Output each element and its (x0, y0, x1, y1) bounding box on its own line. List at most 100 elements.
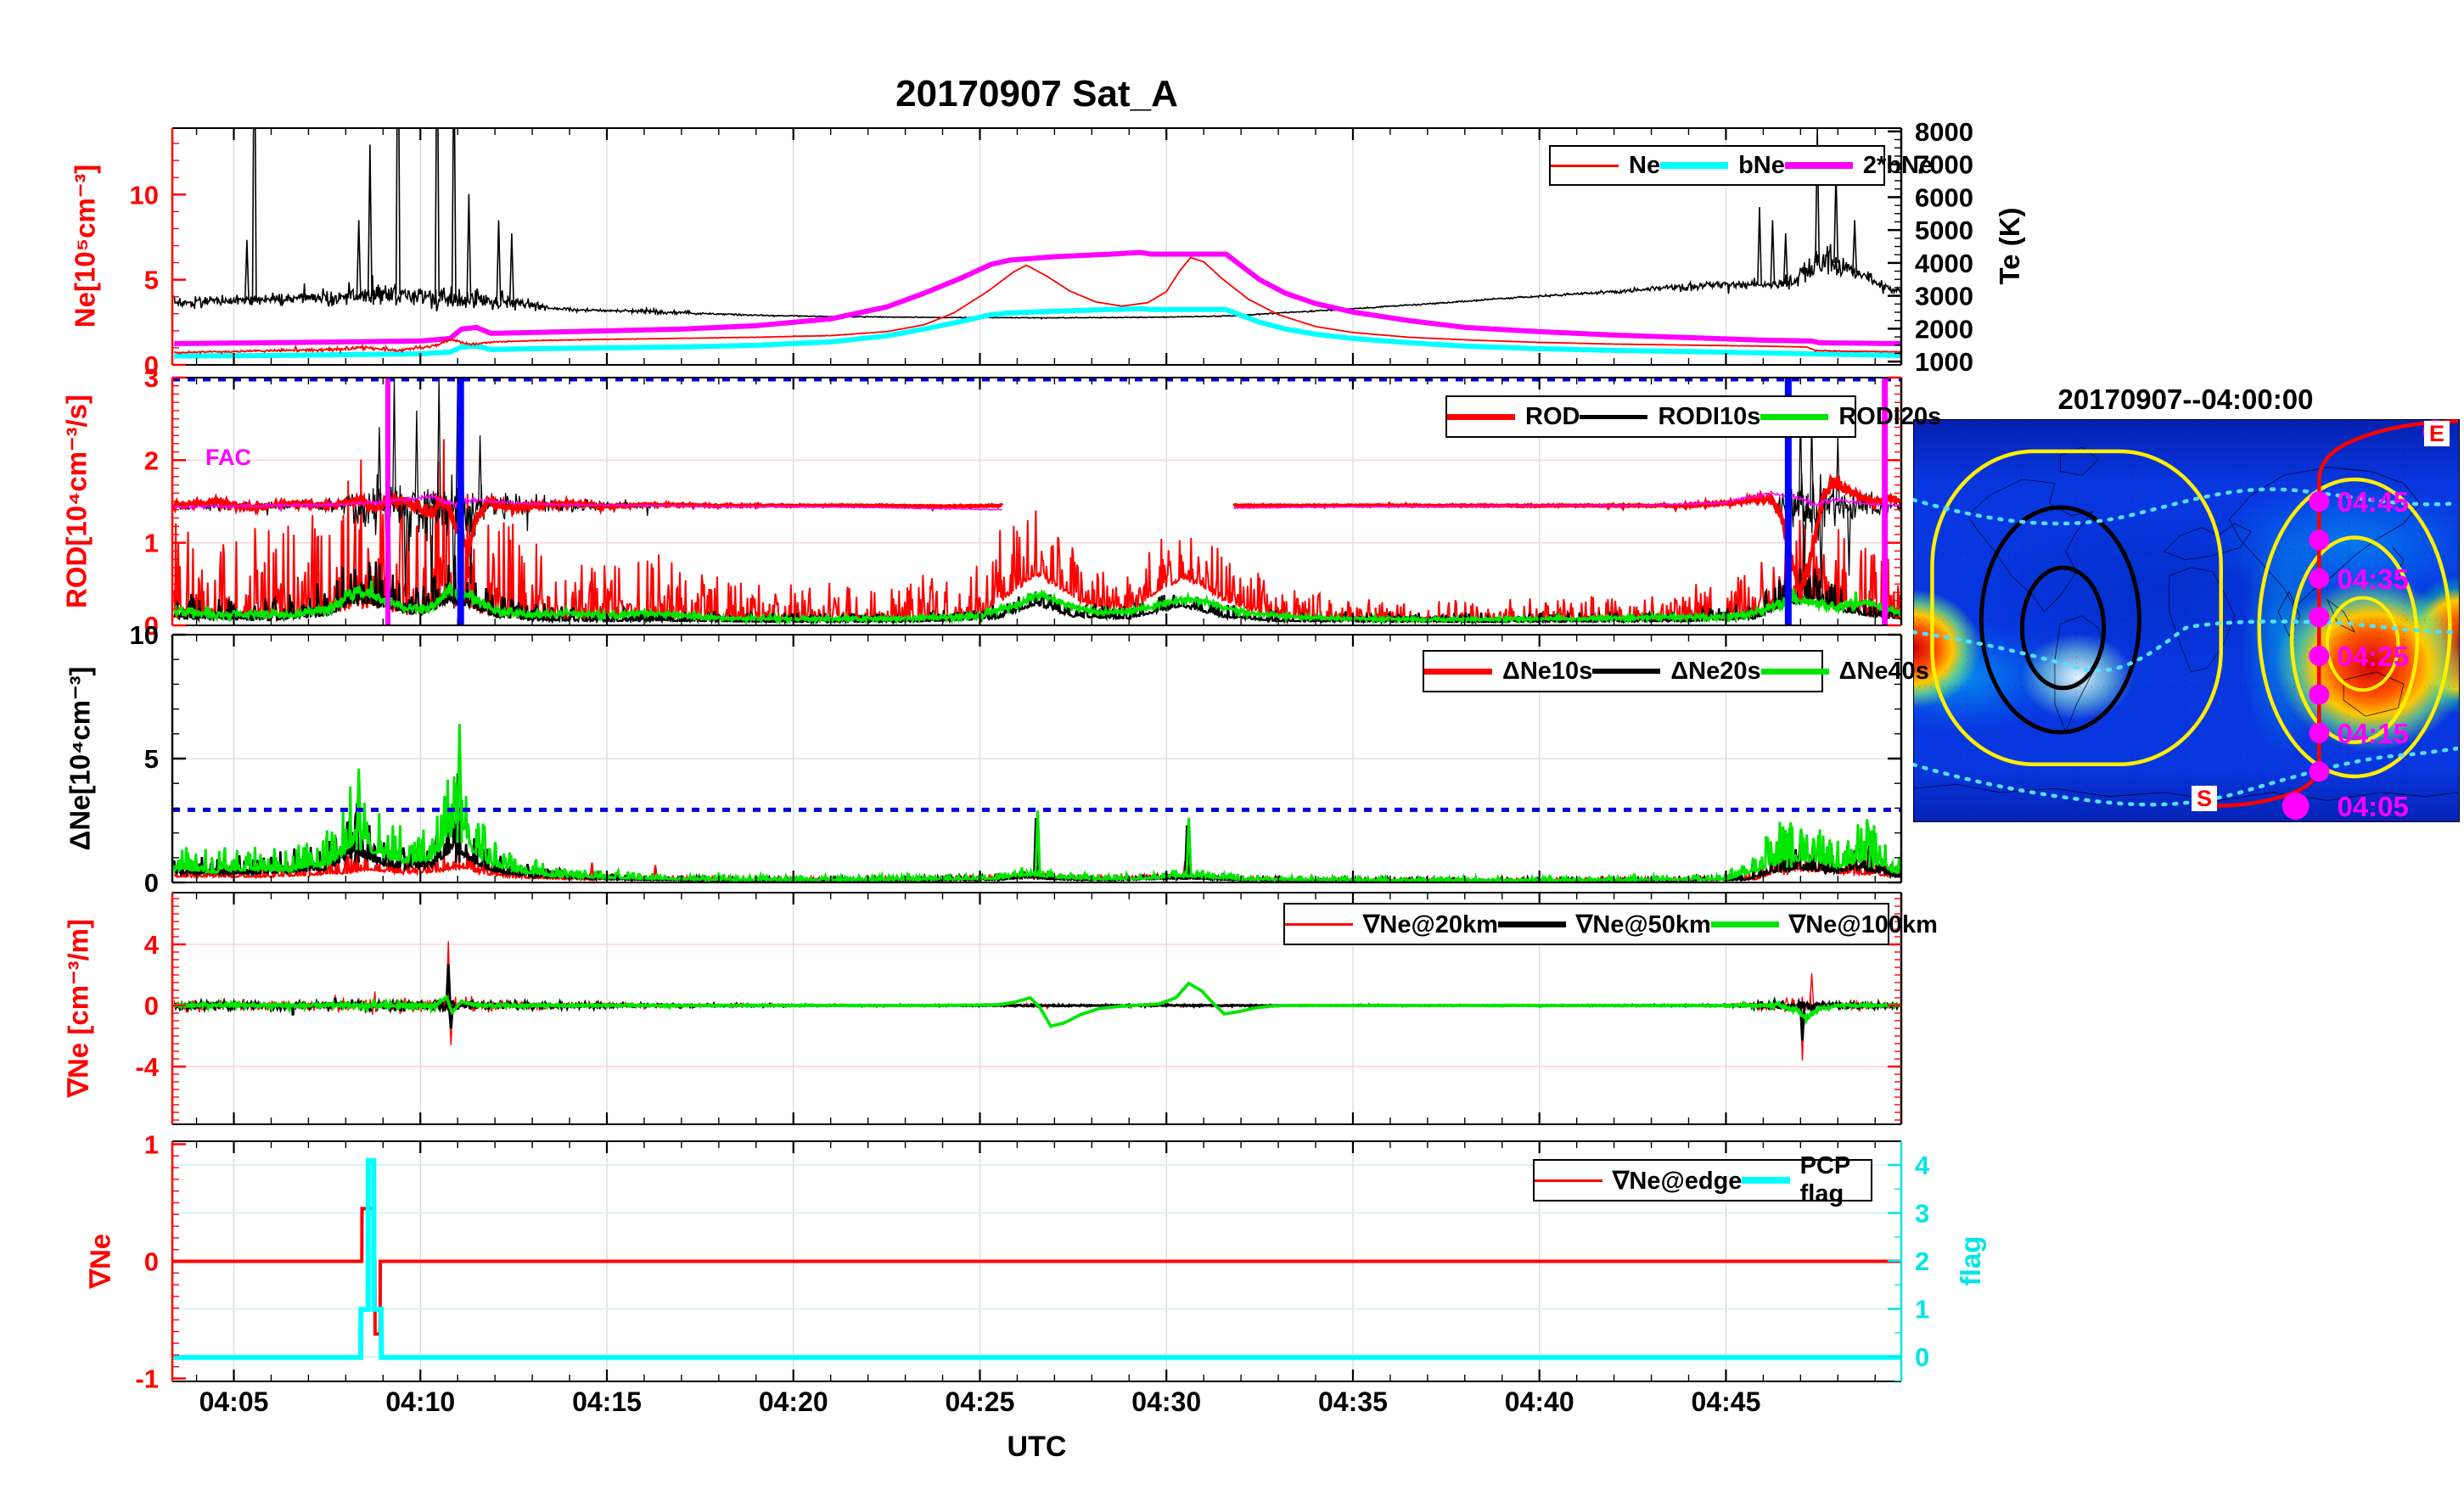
tick-label: 10 (130, 620, 159, 650)
legend-item: RODI20s (1760, 403, 1941, 431)
x-tick-label: 04:45 (1692, 1386, 1761, 1417)
legend-line-sample (1285, 922, 1353, 926)
legend-label: ∇Ne@50km (1575, 910, 1711, 938)
orbit-time-label: 04:45 (2337, 486, 2408, 518)
orbit-dot (2309, 529, 2330, 551)
orbit-dot (2309, 646, 2330, 667)
orbit-dot (2309, 607, 2330, 628)
x-tick-label: 04:40 (1505, 1386, 1574, 1417)
tick-label: 1000 (1915, 347, 1973, 377)
axis-label-flag: flag (1955, 1235, 1986, 1286)
series-group (172, 941, 1901, 1061)
map-east-label: E (2424, 421, 2450, 446)
tick-label: 10 (130, 180, 159, 210)
legend-item: ΔNe10s (1424, 658, 1592, 686)
tick-label: 0 (144, 868, 159, 898)
orbit-time-label: 04:25 (2337, 641, 2408, 672)
legend-label: ΔNe40s (1838, 657, 1929, 685)
series-gNe20km (173, 941, 1901, 1061)
legend-item: Ne (1551, 152, 1660, 180)
legend-label: 2*bNe (1862, 151, 1934, 179)
legend-line-sample (1447, 413, 1515, 420)
tick-label: 5 (144, 266, 159, 295)
axis-label-dne: ΔNe[10⁴cm⁻³] (64, 666, 96, 851)
legend-line-sample (1760, 668, 1829, 675)
tick-label: 0 (1915, 1342, 1929, 1372)
tick-label: 5 (144, 744, 159, 774)
legend-item: 2*bNe (1784, 151, 1934, 180)
figure: 20170907 Sat_A 0 5 10 1000 2000 3000 4000 5000 6… (0, 0, 2464, 1490)
legend-label: RODI20s (1838, 402, 1942, 430)
series-gNe100km (172, 981, 1901, 1028)
panel-p1: 051010002000300040005000600070008000 (130, 117, 1973, 380)
tick-label: 2000 (1915, 314, 1973, 344)
axis-label-rod: ROD[10⁴cm⁻³/s] (60, 395, 93, 608)
x-axis-label: UTC (1007, 1431, 1067, 1463)
axis-label-te: Te (K) (1994, 207, 2025, 285)
legend-line-sample (1784, 162, 1853, 169)
orbit-time-label: 04:05 (2337, 791, 2408, 821)
legend-line-sample (1535, 1179, 1602, 1182)
legend-item: ROD (1447, 403, 1580, 431)
tick-label: 5000 (1915, 216, 1973, 245)
series-gNe50km (173, 964, 1901, 1041)
legend-line-sample (1742, 1177, 1790, 1184)
tick-label: 2 (1915, 1246, 1929, 1276)
map-title: 20170907--04:00:00 (2057, 384, 2314, 415)
tick-label: 4000 (1915, 249, 1973, 278)
x-tick-label: 04:35 (1318, 1386, 1388, 1417)
legend-label: bNe (1738, 151, 1785, 179)
legend-item: ∇Ne@50km (1497, 910, 1711, 939)
legend-item: RODI10s (1580, 403, 1760, 431)
orbit-dot (2309, 490, 2330, 512)
legend-label: Ne (1629, 151, 1661, 179)
axis-label-gradne: ∇Ne [cm⁻³/m] (62, 918, 94, 1098)
series-RODI10s-low (173, 555, 1901, 625)
orbit-dot (2309, 761, 2330, 782)
legend-label: ΔNe20s (1670, 657, 1761, 685)
legend-label: ∇Ne@100km (1788, 910, 1938, 938)
map-contour-yellow (1930, 449, 2223, 767)
legend-item: ΔNe40s (1760, 657, 1929, 686)
orbit-time-label: 04:15 (2337, 718, 2408, 749)
tick-label: 1 (144, 529, 159, 558)
series-bNe (174, 305, 1901, 359)
x-tick-label: 04:20 (759, 1386, 828, 1417)
x-tick-label: 04:25 (946, 1386, 1015, 1417)
tick-label: 3 (1915, 1199, 1929, 1229)
x-tick-label: 04:30 (1131, 1386, 1201, 1417)
tick-label: 3000 (1915, 282, 1973, 311)
legend-label: ∇Ne@edge (1613, 1167, 1743, 1195)
legend-label: ∇Ne@20km (1363, 910, 1498, 938)
tick-label: 1 (1915, 1295, 1929, 1325)
legend-item: bNe (1660, 152, 1785, 180)
map-south-label: S (2192, 786, 2218, 811)
orbit-dot (2309, 568, 2330, 589)
map-overlay: 04:45 04:35 04:25 04:15 04:05 (1913, 419, 2458, 821)
legend-p1: Ne bNe 2*bNe (1549, 145, 1933, 186)
legend-item: PCP flag (1742, 1152, 1871, 1208)
legend-p4: ∇Ne@20km ∇Ne@50km ∇Ne@100km (1283, 903, 1938, 945)
series-group (172, 724, 1901, 882)
legend-line-sample (1592, 669, 1661, 674)
coastline (2055, 616, 2104, 732)
legend-item: ∇Ne@edge (1535, 1166, 1742, 1196)
x-tick-label: 04:10 (385, 1386, 455, 1417)
legend-line-sample (1424, 668, 1492, 675)
tick-label: 8000 (1915, 117, 1973, 147)
legend-line-sample (1660, 162, 1729, 169)
coastline (2343, 672, 2404, 716)
orbit-dot (2282, 792, 2310, 820)
legend-line-sample (1580, 414, 1648, 419)
tick-label: -1 (135, 1364, 159, 1394)
x-tick-label: 04:15 (572, 1386, 642, 1417)
axis-label-gradne-edge: ∇Ne (84, 1233, 116, 1289)
tick-label: 1 (144, 1129, 159, 1159)
legend-line-sample (1551, 164, 1619, 167)
legend-p5: ∇Ne@edge PCP flag (1533, 1152, 1872, 1207)
tick-label: 0 (144, 1247, 159, 1277)
tick-label: 4 (144, 930, 160, 960)
legend-line-sample (1497, 921, 1566, 927)
legend-label: RODI10s (1658, 402, 1761, 430)
legend-label: PCP flag (1799, 1152, 1850, 1207)
